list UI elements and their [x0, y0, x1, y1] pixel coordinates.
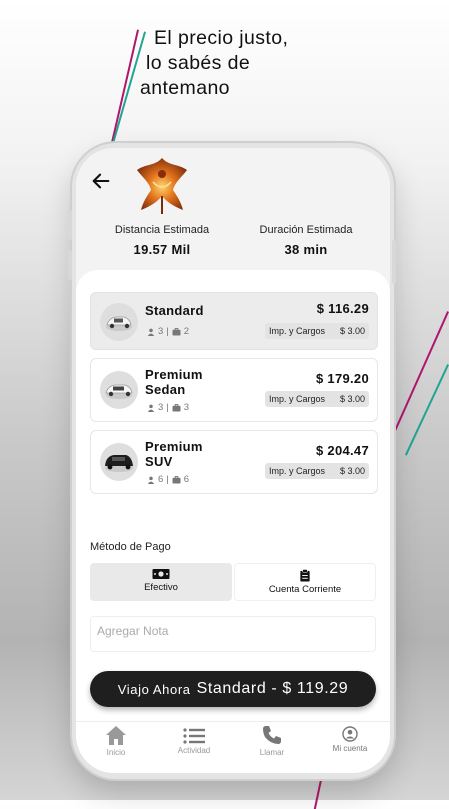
- taxes-label: Imp. y Cargos: [269, 326, 326, 336]
- payment-option-cash[interactable]: Efectivo: [90, 563, 232, 601]
- passenger-icon: [147, 328, 155, 336]
- headline: El precio justo, lo sabés de antemano: [140, 26, 380, 101]
- decorative-line-bottom: [313, 779, 322, 809]
- separator: |: [166, 474, 169, 485]
- separator: |: [166, 326, 169, 337]
- passenger-count: 3: [158, 402, 164, 413]
- vehicle-option-standard[interactable]: Standard 3 | 2 $ 116.29 Imp. y Cargos $ …: [90, 292, 378, 350]
- taxes-pill: Imp. y Cargos $ 3.00: [265, 463, 369, 479]
- home-icon: [106, 726, 126, 745]
- vehicle-option-premium-sedan[interactable]: Premium Sedan 3 | 3 $ 179.20 Imp. y Carg…: [90, 358, 378, 422]
- car-icon: [100, 303, 138, 341]
- bag-count: 2: [183, 326, 190, 337]
- luggage-icon: [172, 403, 181, 412]
- vehicle-name-line: Premium: [145, 439, 203, 454]
- payment-option-label: Cuenta Corriente: [268, 584, 342, 595]
- phone-icon: [263, 726, 281, 744]
- vehicle-name: Premium SUV: [145, 439, 203, 469]
- headline-line-1: El precio justo,: [154, 27, 289, 49]
- headline-line-2: lo sabés de: [146, 52, 251, 74]
- phoenix-logo-icon: [137, 158, 187, 214]
- list-icon: [183, 728, 205, 744]
- taxes-pill: Imp. y Cargos $ 3.00: [265, 391, 369, 407]
- vehicle-price: $ 179.20: [315, 371, 369, 386]
- taxes-pill: Imp. y Cargos $ 3.00: [265, 323, 369, 339]
- back-arrow-icon[interactable]: [90, 170, 112, 192]
- duration-value: 38 min: [284, 242, 328, 257]
- app-screen: Distancia Estimada 19.57 Mil Duración Es…: [76, 148, 390, 773]
- taxes-label: Imp. y Cargos: [269, 394, 326, 404]
- tab-label: Mi cuenta: [332, 744, 368, 753]
- note-input[interactable]: Agregar Nota: [90, 616, 376, 652]
- tab-llamar[interactable]: Llamar: [237, 724, 307, 757]
- cash-icon: [152, 569, 170, 579]
- distance-label: Distancia Estimada: [114, 224, 210, 236]
- headline-line-3: antemano: [140, 77, 230, 99]
- request-ride-prefix: Viajo Ahora: [117, 681, 191, 697]
- booking-panel: Standard 3 | 2 $ 116.29 Imp. y Cargos $ …: [76, 270, 390, 773]
- vehicle-capacity: 6 | 6: [147, 474, 189, 485]
- vehicle-price: $ 116.29: [316, 301, 369, 316]
- distance-value: 19.57 Mil: [133, 242, 191, 257]
- taxes-value: $ 3.00: [339, 326, 365, 336]
- vehicle-price: $ 204.47: [315, 443, 369, 458]
- taxes-value: $ 3.00: [339, 466, 365, 476]
- taxes-label: Imp. y Cargos: [269, 466, 326, 476]
- car-icon: [100, 371, 138, 409]
- vehicle-name-line: Sedan: [145, 382, 186, 397]
- vehicle-option-premium-suv[interactable]: Premium SUV 6 | 6 $ 204.47 Imp. y Cargos…: [90, 430, 378, 494]
- bag-count: 3: [183, 402, 190, 413]
- tab-label: Llamar: [259, 748, 285, 757]
- passenger-icon: [147, 476, 155, 484]
- tab-label: Inicio: [106, 748, 126, 757]
- passenger-count: 3: [158, 326, 164, 337]
- phone-side-button: [68, 250, 72, 280]
- decorative-line-magenta-right: [394, 311, 449, 431]
- account-icon: [342, 726, 358, 742]
- payment-option-label: Efectivo: [144, 582, 178, 593]
- passenger-icon: [147, 404, 155, 412]
- passenger-count: 6: [158, 474, 164, 485]
- vehicle-name: Standard: [145, 303, 204, 318]
- payment-option-account[interactable]: Cuenta Corriente: [234, 563, 376, 601]
- duration-label: Duración Estimada: [259, 224, 353, 236]
- request-ride-button[interactable]: Viajo Ahora Standard - $ 119.29: [90, 671, 376, 707]
- taxes-value: $ 3.00: [339, 394, 365, 404]
- phone-side-button: [68, 210, 72, 240]
- bag-count: 6: [183, 474, 190, 485]
- bottom-tab-bar: Inicio Actividad Llamar Mi cuenta: [76, 721, 390, 773]
- suv-icon: [100, 443, 138, 481]
- tab-actividad[interactable]: Actividad: [159, 728, 229, 755]
- trip-header: Distancia Estimada 19.57 Mil Duración Es…: [76, 148, 390, 283]
- vehicle-name-line: SUV: [145, 454, 173, 469]
- vehicle-capacity: 3 | 3: [147, 402, 189, 413]
- vehicle-name-line: Premium: [145, 367, 203, 382]
- request-ride-label: Standard - $ 119.29: [196, 680, 349, 697]
- phone-side-button: [392, 240, 396, 284]
- luggage-icon: [172, 475, 181, 484]
- tab-mi-cuenta[interactable]: Mi cuenta: [315, 726, 385, 753]
- vehicle-name: Premium Sedan: [145, 367, 203, 397]
- vehicle-capacity: 3 | 2: [147, 326, 189, 337]
- vehicle-name-line: Standard: [145, 303, 204, 318]
- clipboard-icon: [300, 569, 310, 582]
- tab-inicio[interactable]: Inicio: [81, 724, 151, 757]
- payment-method-label: Método de Pago: [90, 541, 171, 553]
- luggage-icon: [172, 327, 181, 336]
- tab-label: Actividad: [177, 746, 211, 755]
- separator: |: [166, 402, 169, 413]
- decorative-line-teal-right: [404, 364, 449, 456]
